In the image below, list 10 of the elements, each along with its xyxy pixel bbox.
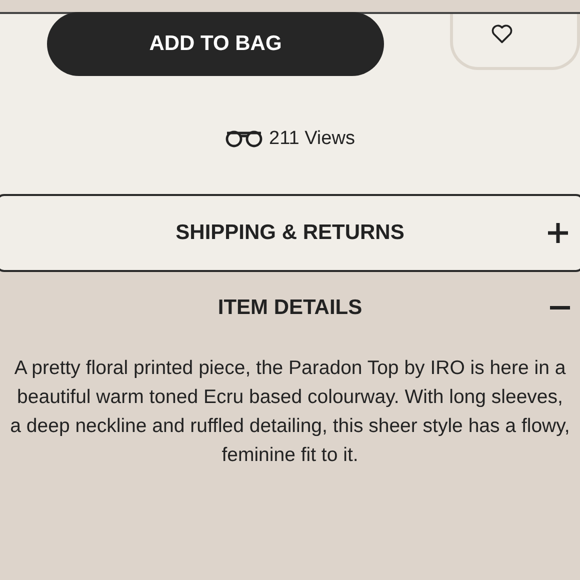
accordion-header[interactable]: ITEM DETAILS xyxy=(0,272,580,344)
minus-icon xyxy=(550,306,570,310)
views-count: 211 Views xyxy=(269,128,355,150)
plus-icon xyxy=(548,223,568,243)
glasses-icon xyxy=(225,130,264,148)
item-description: A pretty floral printed piece, the Paradon Top by IRO is here in a beautiful warm toned Ecru based colourway. With long sleeves, a deep neckline and ruffled detailing, this sheer style has a flowy, feminine fit to it. xyxy=(10,356,570,468)
favorite-button[interactable] xyxy=(450,14,580,70)
heart-icon xyxy=(491,24,513,44)
accordion-header[interactable]: SHIPPING & RETURNS xyxy=(0,196,580,270)
add-to-bag-button[interactable]: ADD TO BAG xyxy=(47,12,384,76)
